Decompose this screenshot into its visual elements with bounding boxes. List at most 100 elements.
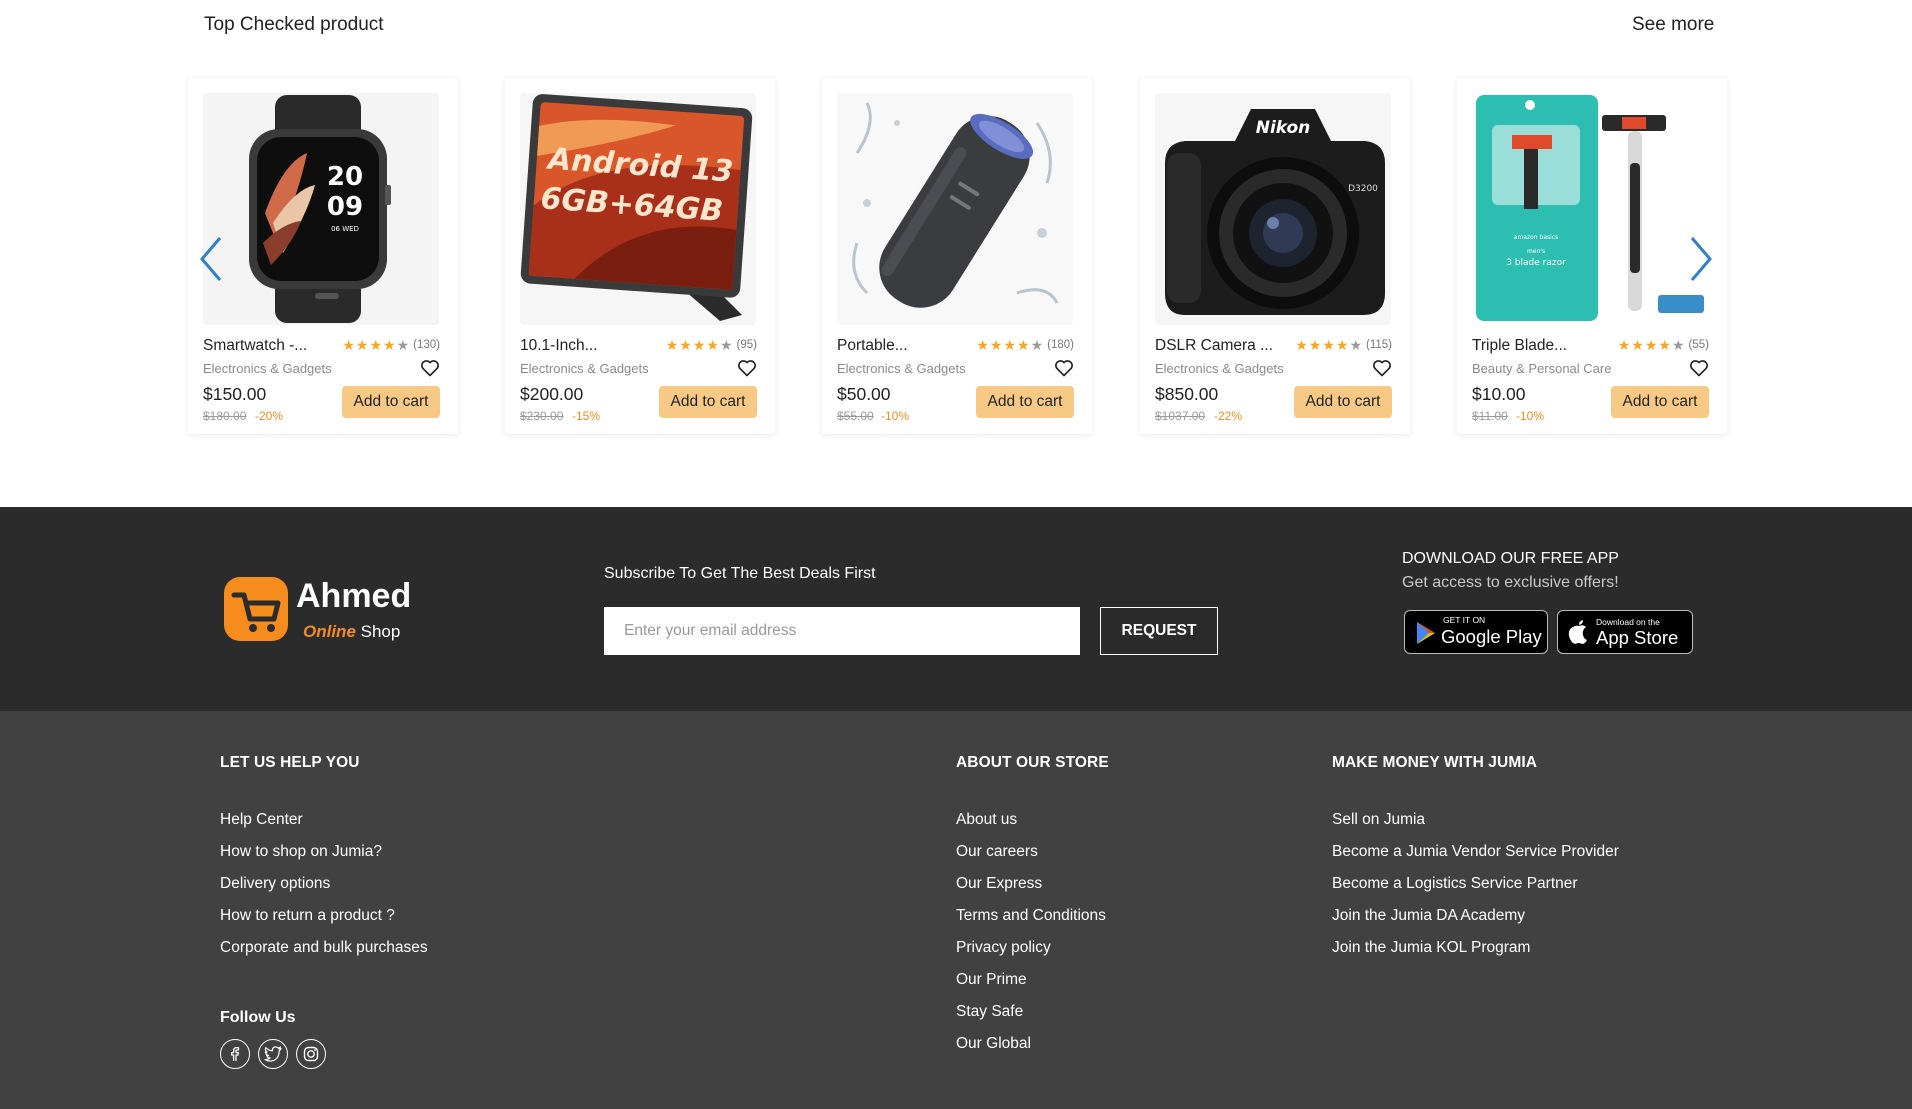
star-icon: ★ [1030, 337, 1044, 353]
product-name[interactable]: DSLR Camera ... [1155, 337, 1273, 355]
footer-column-title: MAKE MONEY WITH JUMIA [1332, 754, 1538, 771]
product-rating: ★ ★ ★ ★ ★ (115) [1295, 338, 1392, 352]
footer-link[interactable]: How to shop on Jumia? [220, 843, 428, 875]
watch-hour: 20 [327, 162, 363, 192]
product-card[interactable]: Android 13 6GB+64GB 10.1-Inch... ★ ★ ★ ★ ★ (… [505, 78, 775, 434]
discount-badge: -10% [1516, 409, 1545, 423]
add-to-cart-button[interactable]: Add to cart [976, 386, 1074, 418]
chevron-left-icon[interactable] [196, 234, 226, 284]
star-icon: ★ [665, 337, 679, 353]
product-image-tablet[interactable]: Android 13 6GB+64GB [520, 93, 756, 325]
cart-logo-icon [224, 577, 288, 641]
star-icon: ★ [706, 337, 719, 353]
see-more-link[interactable]: See more [1632, 14, 1714, 36]
footer-link[interactable]: Our Global [956, 1035, 1109, 1067]
star-icon: ★ [355, 337, 369, 353]
product-name[interactable]: Smartwatch -... [203, 337, 307, 355]
social-links [220, 1039, 326, 1069]
product-card[interactable]: Nikon D3200 DSLR Camera ... ★ ★ ★ ★ ★ (115) … [1140, 78, 1410, 434]
footer-link[interactable]: About us [956, 811, 1109, 843]
watch-minute: 09 [327, 192, 363, 222]
footer-link[interactable]: Stay Safe [956, 1003, 1109, 1035]
twitter-icon[interactable] [258, 1039, 288, 1069]
star-icon: ★ [679, 337, 692, 353]
footer-column-about: ABOUT OUR STORE About us Our careers Our… [956, 754, 1109, 1067]
google-play-icon [1417, 622, 1435, 644]
product-category: Electronics & Gadgets [520, 361, 649, 376]
follow-us: Follow Us [220, 1009, 326, 1069]
facebook-icon[interactable] [220, 1039, 250, 1069]
app-download-subtitle: Get access to exclusive offers! [1402, 574, 1619, 591]
star-icon: ★ [1349, 337, 1362, 353]
heart-icon[interactable] [737, 358, 757, 378]
product-rating: ★ ★ ★ ★ ★ (55) [1618, 338, 1709, 352]
store-logo[interactable]: Ahmed Online Shop [220, 573, 440, 649]
follow-us-title: Follow Us [220, 1009, 296, 1026]
camera-model: D3200 [1348, 184, 1378, 194]
product-card[interactable]: 20 09 06 WED Smartwatch -... ★ ★ ★ ★ ★ (130)… [188, 78, 458, 434]
discount-badge: -22% [1214, 409, 1243, 423]
product-name[interactable]: Triple Blade... [1472, 337, 1567, 355]
instagram-icon[interactable] [296, 1039, 326, 1069]
logo-tagline-accent: Online [303, 622, 356, 641]
product-image-camera[interactable]: Nikon D3200 [1155, 93, 1391, 325]
pack-line2: 3 blade razor [1506, 258, 1566, 268]
product-name[interactable]: Portable... [837, 337, 908, 355]
product-image-speaker[interactable] [837, 93, 1073, 325]
footer-link[interactable]: Corporate and bulk purchases [220, 939, 428, 971]
old-price: $1037.00 [1155, 409, 1206, 423]
product-card[interactable]: Portable... ★ ★ ★ ★ ★ (180) Electronics & Ga… [822, 78, 1092, 434]
product-image-razor[interactable]: amazon basics men's 3 blade razor [1472, 93, 1708, 325]
star-icon: ★ [1617, 337, 1631, 353]
discount-badge: -15% [572, 409, 601, 423]
star-icon: ★ [1322, 337, 1335, 353]
star-icon: ★ [396, 337, 410, 353]
heart-icon[interactable] [1689, 358, 1709, 378]
heart-icon[interactable] [420, 358, 440, 378]
request-button[interactable]: REQUEST [1100, 607, 1218, 655]
footer-link[interactable]: Sell on Jumia [1332, 811, 1619, 843]
google-play-label: Google Play [1441, 626, 1542, 647]
footer-link[interactable]: Our careers [956, 843, 1109, 875]
star-icon: ★ [1003, 337, 1017, 353]
footer-column-title: ABOUT OUR STORE [956, 754, 1109, 771]
product-image-smartwatch[interactable]: 20 09 06 WED [203, 93, 439, 325]
product-name[interactable]: 10.1-Inch... [520, 337, 598, 355]
footer: LET US HELP YOU Help Center How to shop … [0, 711, 1912, 1109]
footer-link[interactable]: Delivery options [220, 875, 428, 907]
product-rating: ★ ★ ★ ★ ★ (130) [342, 338, 440, 352]
footer-link[interactable]: Our Express [956, 875, 1109, 907]
footer-column-help: LET US HELP YOU Help Center How to shop … [220, 754, 428, 971]
footer-link[interactable]: Help Center [220, 811, 428, 843]
footer-column-title: LET US HELP YOU [220, 754, 360, 771]
add-to-cart-button[interactable]: Add to cart [1611, 386, 1709, 418]
product-rating: ★ ★ ★ ★ ★ (95) [666, 338, 757, 352]
subscribe-label: Subscribe To Get The Best Deals First [604, 565, 876, 582]
email-input[interactable] [604, 607, 1080, 655]
footer-link[interactable]: How to return a product ? [220, 907, 428, 939]
footer-link[interactable]: Become a Jumia Vendor Service Provider [1332, 843, 1619, 875]
product-category: Electronics & Gadgets [203, 361, 332, 376]
add-to-cart-button[interactable]: Add to cart [659, 386, 757, 418]
footer-link[interactable]: Terms and Conditions [956, 907, 1109, 939]
chevron-right-icon[interactable] [1686, 234, 1716, 284]
google-play-small: GET IT ON [1443, 615, 1486, 625]
footer-link[interactable]: Our Prime [956, 971, 1109, 1003]
app-store-button[interactable]: Download on the App Store [1557, 610, 1693, 654]
discount-badge: -10% [881, 409, 910, 423]
star-icon: ★ [976, 337, 989, 353]
footer-link[interactable]: Privacy policy [956, 939, 1109, 971]
footer-link[interactable]: Join the Jumia KOL Program [1332, 939, 1619, 971]
heart-icon[interactable] [1054, 358, 1074, 378]
footer-link[interactable]: Join the Jumia DA Academy [1332, 907, 1619, 939]
logo-name: Ahmed [296, 577, 412, 615]
footer-link[interactable]: Become a Logistics Service Partner [1332, 875, 1619, 907]
star-icon: ★ [1335, 337, 1349, 353]
google-play-button[interactable]: GET IT ON Google Play [1404, 610, 1548, 654]
star-icon: ★ [989, 337, 1003, 353]
heart-icon[interactable] [1372, 358, 1392, 378]
app-store-small: Download on the [1596, 617, 1660, 627]
app-store-label: App Store [1596, 627, 1679, 648]
add-to-cart-button[interactable]: Add to cart [342, 386, 440, 418]
add-to-cart-button[interactable]: Add to cart [1294, 386, 1392, 418]
